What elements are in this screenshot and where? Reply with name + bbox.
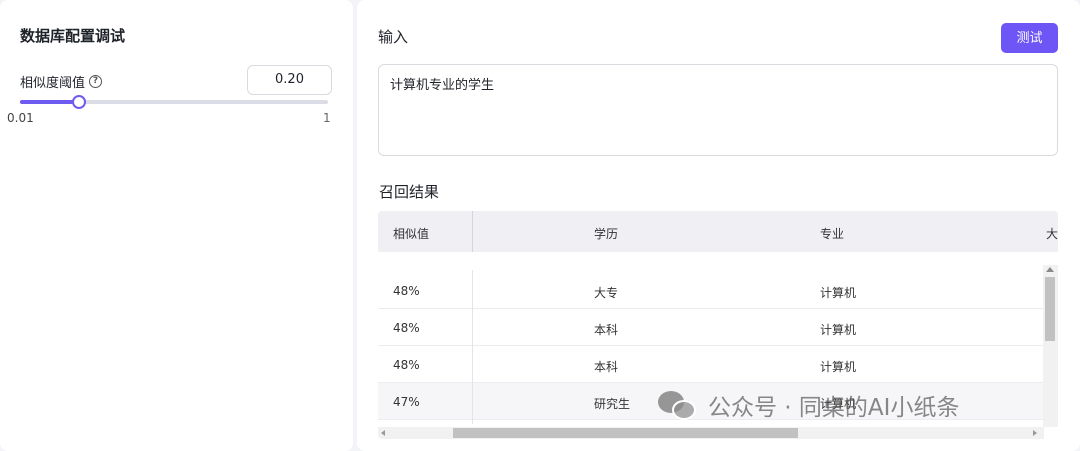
cell-education: 本科 <box>594 323 619 337</box>
column-header-more[interactable]: 大 <box>1046 225 1058 242</box>
vertical-scroll-thumb[interactable] <box>1045 277 1055 341</box>
threshold-label-text: 相似度阈值 <box>20 76 86 91</box>
table-row[interactable]: 48% 大专 计算机 <box>378 272 1044 309</box>
cell-similarity: 48% <box>393 358 420 372</box>
help-icon[interactable]: ? <box>89 75 103 88</box>
table-header: 相似值 学历 专业 大 <box>378 211 1058 252</box>
column-divider <box>472 270 473 424</box>
cell-major: 计算机 <box>820 286 857 300</box>
cell-education: 本科 <box>594 360 619 374</box>
threshold-slider[interactable] <box>20 95 328 109</box>
cell-major: 计算机 <box>820 360 857 374</box>
watermark: 公众号 · 同桌的AI小纸条 <box>658 388 959 422</box>
vertical-scrollbar[interactable] <box>1043 265 1058 427</box>
slider-min-label: 0.01 <box>7 111 34 125</box>
scroll-up-arrow-icon[interactable] <box>1046 267 1054 272</box>
input-title: 输入 <box>378 28 409 46</box>
column-header-major[interactable]: 专业 <box>820 225 844 242</box>
watermark-text: 公众号 · 同桌的AI小纸条 <box>708 395 960 421</box>
scroll-left-arrow-icon[interactable] <box>381 430 385 436</box>
test-panel: 输入 测试 计算机专业的学生 召回结果 相似值 学历 专业 大 48% 大专 计… <box>357 0 1080 451</box>
horizontal-scroll-thumb[interactable] <box>453 428 798 438</box>
table-row[interactable]: 48% 本科 计算机 <box>378 309 1044 346</box>
slider-handle[interactable] <box>72 95 87 109</box>
horizontal-scrollbar[interactable] <box>378 427 1044 439</box>
threshold-label: 相似度阈值 ? <box>20 72 103 91</box>
config-title: 数据库配置调试 <box>20 27 126 45</box>
column-header-similarity[interactable]: 相似值 <box>393 225 429 242</box>
cell-education: 研究生 <box>594 397 631 411</box>
slider-fill <box>20 100 80 104</box>
scroll-right-arrow-icon[interactable] <box>1033 430 1037 436</box>
results-title: 召回结果 <box>379 183 440 201</box>
cell-similarity: 47% <box>393 395 420 409</box>
test-button[interactable]: 测试 <box>1001 23 1058 53</box>
cell-major: 计算机 <box>820 323 857 337</box>
wechat-icon <box>658 389 700 421</box>
column-header-education[interactable]: 学历 <box>594 225 618 242</box>
table-row[interactable]: 48% 本科 计算机 <box>378 346 1044 383</box>
slider-max-label: 1 <box>323 111 331 125</box>
column-divider <box>472 211 473 252</box>
cell-similarity: 48% <box>393 284 420 298</box>
config-panel: 数据库配置调试 相似度阈值 ? 0.20 0.01 1 <box>0 0 353 451</box>
threshold-input[interactable]: 0.20 <box>247 65 332 95</box>
cell-similarity: 48% <box>393 321 420 335</box>
cell-education: 大专 <box>594 286 619 300</box>
query-textarea[interactable]: 计算机专业的学生 <box>378 64 1058 156</box>
